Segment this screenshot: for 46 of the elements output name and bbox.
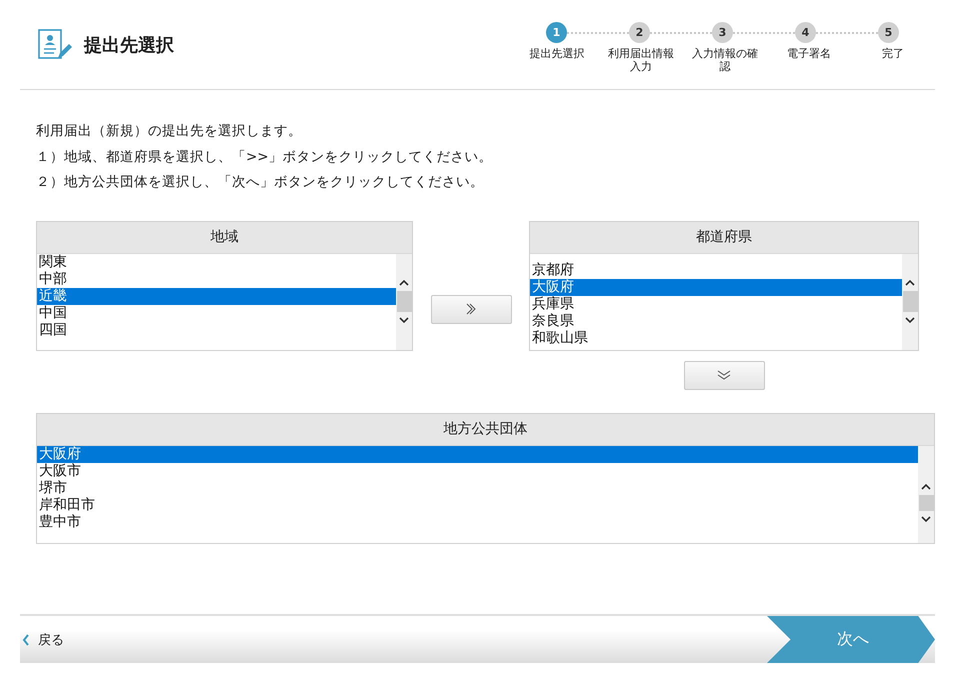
scroll-thumb[interactable] — [396, 291, 412, 312]
scrollbar[interactable] — [902, 254, 918, 350]
list-item[interactable]: 中部 — [37, 270, 396, 288]
list-heading: 地方公共団体 — [444, 420, 528, 438]
step-number: 2 — [629, 22, 650, 43]
page-title: 提出先選択 — [84, 34, 174, 57]
list-item[interactable]: 京都府 — [530, 262, 902, 278]
list-heading: 都道府県 — [696, 228, 752, 246]
step-label: 完了 — [881, 48, 905, 62]
step-label: 入力情報の確認 — [691, 48, 759, 74]
scroll-thumb[interactable] — [918, 494, 934, 510]
scroll-thumb[interactable] — [902, 291, 918, 312]
double-chevron-right-icon — [465, 303, 477, 315]
instruction-text: １）地域、都道府県を選択し、「>>」ボタンをクリックしてください。 — [36, 148, 494, 166]
list-item[interactable]: 堺市 — [37, 480, 918, 496]
instruction-text: ２）地方公共団体を選択し、「次へ」ボタンをクリックしてください。 — [36, 173, 485, 192]
scrollbar[interactable] — [396, 254, 412, 350]
region-listbox[interactable]: 地域 関東 中部 近畿 中国 四国 — [36, 220, 414, 350]
list-heading: 地域 — [210, 228, 238, 246]
step-number: 3 — [712, 22, 733, 43]
list-item[interactable]: 豊中市 — [37, 514, 918, 530]
list-item[interactable]: 大阪府 — [37, 446, 918, 462]
list-item[interactable]: 関東 — [37, 254, 396, 270]
step-label: 電子署名 — [786, 48, 832, 62]
list-item[interactable]: 近畿 — [37, 288, 396, 304]
list-item[interactable]: 中国 — [37, 304, 396, 322]
scrollbar[interactable] — [918, 446, 934, 542]
list-item[interactable]: 四国 — [37, 322, 396, 338]
municipality-listbox[interactable]: 地方公共団体 大阪府 大阪市 堺市 岸和田市 豊中市 — [36, 412, 935, 544]
step-number: 1 — [546, 22, 567, 43]
double-chevron-down-icon — [717, 370, 731, 380]
list-item[interactable]: 奈良県 — [530, 312, 902, 330]
step-number: 4 — [795, 22, 816, 43]
prefecture-listbox[interactable]: 都道府県 京都府 大阪府 兵庫県 奈良県 和歌山県 — [529, 220, 919, 350]
step-label: 利用届出情報入力 — [607, 48, 675, 74]
list-item[interactable]: 岸和田市 — [37, 496, 918, 514]
chevron-left-icon — [22, 634, 30, 646]
step-number: 5 — [878, 22, 899, 43]
instruction-text: 利用届出（新規）の提出先を選択します。 — [36, 122, 303, 141]
list-item[interactable]: 大阪市 — [37, 462, 918, 480]
list-item[interactable]: 兵庫県 — [530, 296, 902, 312]
back-link[interactable]: 戻る — [20, 630, 64, 648]
list-item[interactable]: 大阪府 — [530, 278, 902, 296]
list-item[interactable]: 和歌山県 — [530, 330, 902, 346]
step-label: 提出先選択 — [528, 48, 586, 62]
document-pencil-icon — [36, 26, 72, 62]
